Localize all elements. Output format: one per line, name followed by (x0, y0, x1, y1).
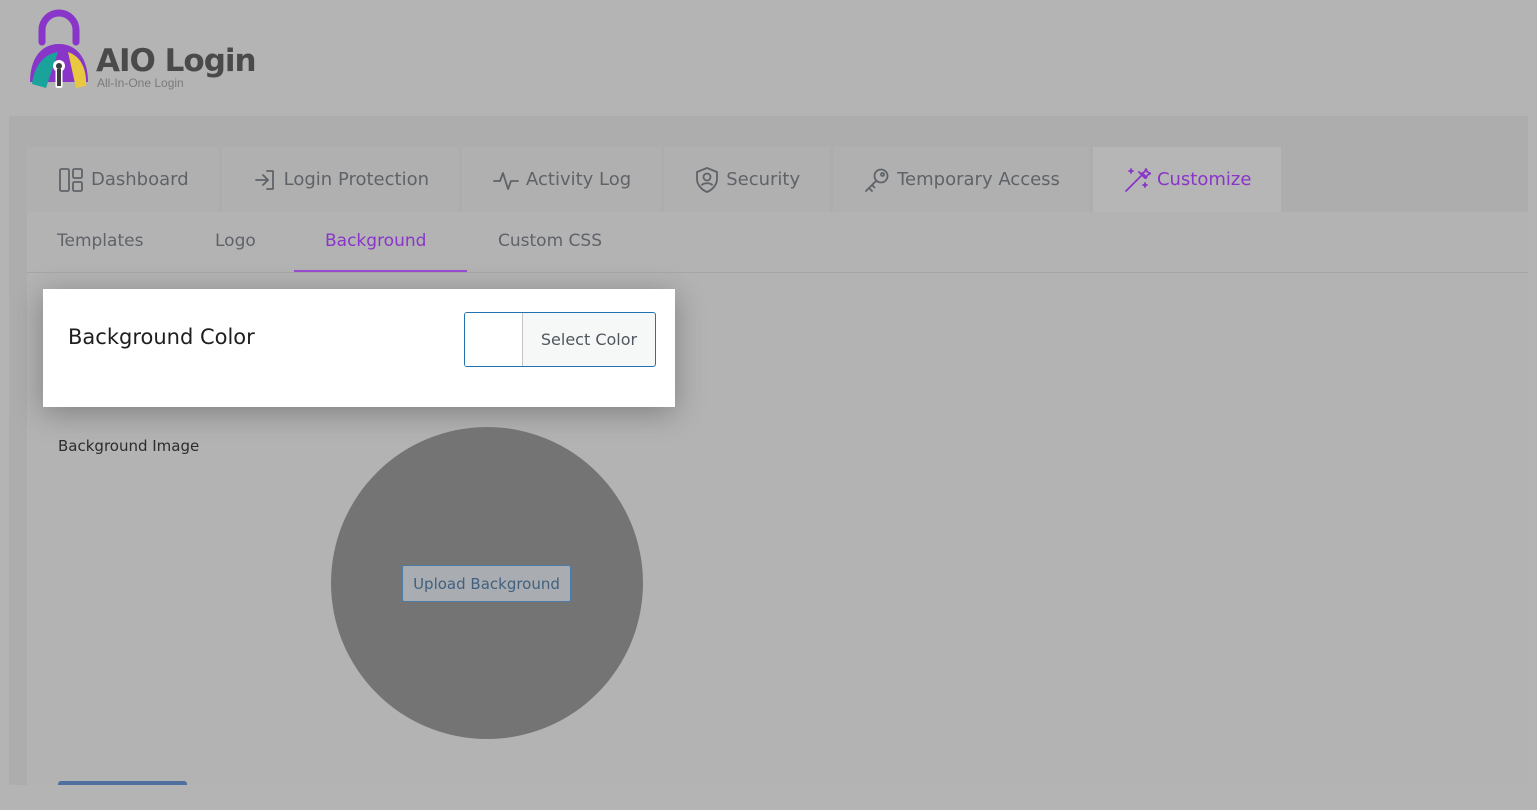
tab-label: Security (726, 169, 801, 190)
activity-icon (493, 171, 519, 190)
background-color-label: Background Color (68, 325, 255, 349)
tab-label: Login Protection (283, 169, 430, 190)
background-image-label: Background Image (58, 437, 200, 455)
tab-activity-log[interactable]: Activity Log (462, 147, 662, 212)
tab-temporary-access[interactable]: Temporary Access (833, 147, 1090, 212)
subtab-templates[interactable]: Templates (57, 212, 143, 272)
tab-label: Dashboard (91, 169, 189, 190)
subtab-logo[interactable]: Logo (215, 212, 256, 272)
dashboard-icon (59, 167, 83, 192)
background-color-card: Background Color Select Color (43, 289, 675, 407)
tab-customize[interactable]: Customize (1092, 147, 1282, 212)
padlock-logo-icon (30, 9, 88, 88)
login-arrow-icon (254, 169, 274, 190)
select-color-label: Select Color (540, 330, 638, 349)
color-picker-button[interactable]: Select Color (464, 312, 656, 367)
tab-dashboard[interactable]: Dashboard (27, 147, 219, 212)
sub-tabs: Templates Logo Background Custom CSS (27, 212, 1528, 273)
color-swatch[interactable] (465, 313, 523, 366)
brand-title: AIO Login (96, 43, 257, 79)
tab-security[interactable]: Security (664, 147, 831, 212)
brand-logo[interactable]: AIO Login All-In-One Login (24, 8, 284, 98)
upload-background-button[interactable]: Upload Background (402, 565, 571, 602)
tab-label: Activity Log (526, 169, 632, 190)
header: AIO Login All-In-One Login (0, 0, 1537, 116)
key-icon (865, 168, 889, 192)
main-tabs: Dashboard Login Protection Activity Log … (27, 147, 1284, 212)
brand-subtitle: All-In-One Login (97, 76, 184, 90)
shield-user-icon (696, 166, 719, 193)
save-button-edge[interactable] (58, 781, 187, 785)
magic-wand-icon (1125, 167, 1151, 192)
tab-label: Temporary Access (897, 169, 1060, 190)
tab-label: Customize (1156, 169, 1252, 190)
active-subtab-indicator (294, 270, 467, 272)
tab-login-protection[interactable]: Login Protection (221, 147, 460, 212)
subtab-custom-css[interactable]: Custom CSS (498, 212, 602, 272)
subtab-background[interactable]: Background (325, 212, 426, 272)
